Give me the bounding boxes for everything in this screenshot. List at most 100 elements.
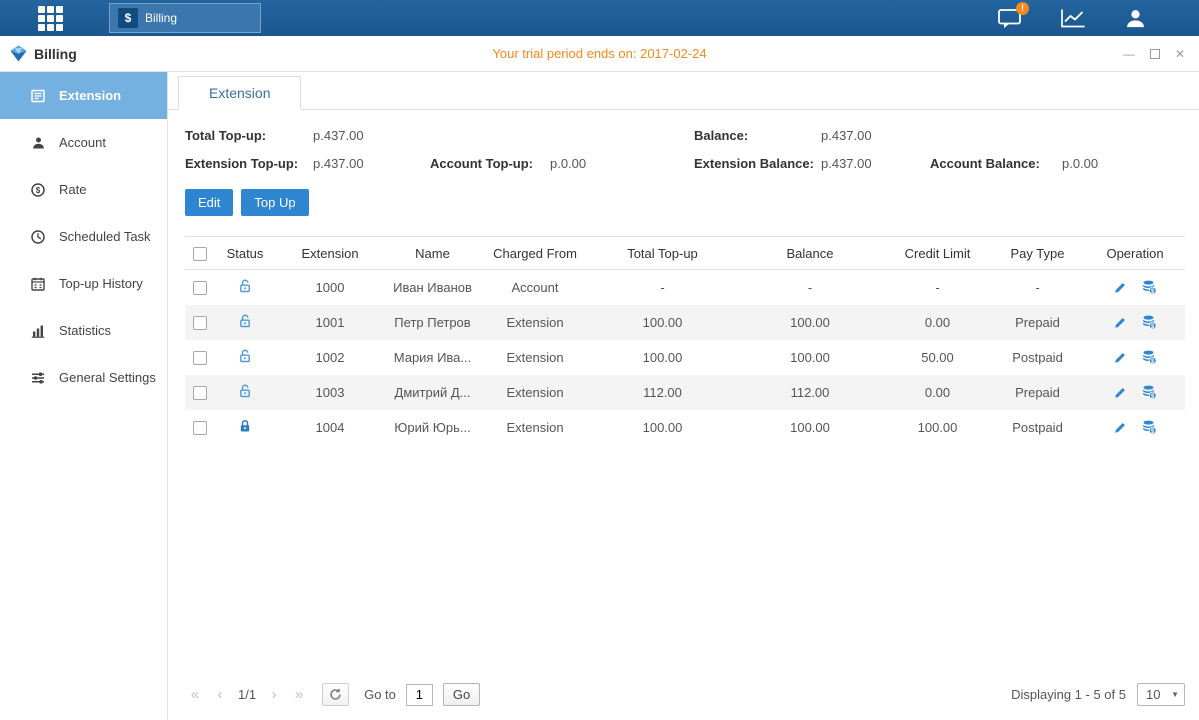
cell-balance: - xyxy=(735,270,885,305)
sidebar-item-label: General Settings xyxy=(59,370,156,385)
unlocked-icon[interactable] xyxy=(237,383,253,399)
summary-balance: Balance: p.437.00 xyxy=(694,128,930,143)
table-row: 1002 Мария Ива... Extension 100.00 100.0… xyxy=(185,340,1185,375)
apps-grid-icon[interactable] xyxy=(38,6,63,31)
cell-name: Иван Иванов xyxy=(385,270,480,305)
minimize-icon[interactable]: — xyxy=(1123,48,1135,60)
sidebar-item-label: Scheduled Task xyxy=(59,229,151,244)
sidebar-item-rate[interactable]: $ Rate xyxy=(0,166,167,213)
cell-extension: 1001 xyxy=(275,305,385,340)
cell-credit-limit: 50.00 xyxy=(885,340,990,375)
table-row: 1000 Иван Иванов Account - - - - $ xyxy=(185,270,1185,305)
table-header-row: Status Extension Name Charged From Total… xyxy=(185,237,1185,270)
cell-balance: 112.00 xyxy=(735,375,885,410)
prev-page-button[interactable]: ‹ xyxy=(210,684,230,706)
next-page-button[interactable]: › xyxy=(264,684,284,706)
chat-icon[interactable]: ! xyxy=(998,8,1022,29)
cell-extension: 1002 xyxy=(275,340,385,375)
edit-icon[interactable] xyxy=(1113,350,1128,365)
page-size-value: 10 xyxy=(1146,687,1160,702)
cell-credit-limit: 0.00 xyxy=(885,375,990,410)
row-checkbox[interactable] xyxy=(193,281,207,295)
topup-coins-icon[interactable]: $ xyxy=(1141,349,1157,365)
sliders-icon xyxy=(30,370,46,386)
edit-icon[interactable] xyxy=(1113,420,1128,435)
window-title: Billing xyxy=(34,46,77,62)
edit-icon[interactable] xyxy=(1113,280,1128,295)
refresh-button[interactable] xyxy=(322,683,349,706)
row-checkbox[interactable] xyxy=(193,316,207,330)
chart-icon[interactable] xyxy=(1060,8,1086,29)
cell-total-topup: - xyxy=(590,270,735,305)
user-icon[interactable] xyxy=(1124,7,1147,30)
sidebar-item-extension[interactable]: Extension xyxy=(0,72,167,119)
cell-name: Дмитрий Д... xyxy=(385,375,480,410)
go-button[interactable]: Go xyxy=(443,683,480,706)
dollar-icon: $ xyxy=(118,8,138,28)
row-checkbox[interactable] xyxy=(193,386,207,400)
col-name: Name xyxy=(385,237,480,270)
summary-extension-topup: Extension Top-up: p.437.00 xyxy=(185,156,430,171)
col-operation: Operation xyxy=(1085,237,1185,270)
cell-pay-type: Postpaid xyxy=(990,410,1085,445)
maximize-icon[interactable] xyxy=(1150,49,1160,59)
cell-balance: 100.00 xyxy=(735,410,885,445)
locked-icon[interactable] xyxy=(237,418,253,434)
topup-coins-icon[interactable]: $ xyxy=(1141,419,1157,435)
page-indicator: 1/1 xyxy=(238,687,256,702)
edit-icon[interactable] xyxy=(1113,315,1128,330)
unlocked-icon[interactable] xyxy=(237,348,253,364)
cell-balance: 100.00 xyxy=(735,305,885,340)
unlocked-icon[interactable] xyxy=(237,278,253,294)
cell-charged-from: Extension xyxy=(480,375,590,410)
cell-charged-from: Extension xyxy=(480,410,590,445)
tab-extension[interactable]: Extension xyxy=(178,76,301,110)
unlocked-icon[interactable] xyxy=(237,313,253,329)
cell-total-topup: 100.00 xyxy=(590,305,735,340)
topup-coins-icon[interactable]: $ xyxy=(1141,314,1157,330)
billing-app-tab[interactable]: $ Billing xyxy=(109,3,261,33)
summary-total-topup: Total Top-up: p.437.00 xyxy=(185,128,430,143)
sidebar-item-label: Extension xyxy=(59,88,121,103)
last-page-button[interactable]: » xyxy=(289,684,309,706)
topup-coins-icon[interactable]: $ xyxy=(1141,279,1157,295)
row-checkbox[interactable] xyxy=(193,351,207,365)
sidebar-item-general-settings[interactable]: General Settings xyxy=(0,354,167,401)
billing-gem-icon xyxy=(10,45,27,62)
col-charged-from: Charged From xyxy=(480,237,590,270)
displaying-text: Displaying 1 - 5 of 5 xyxy=(1011,687,1126,702)
calendar-icon xyxy=(30,276,46,292)
rate-icon: $ xyxy=(30,182,46,198)
col-balance: Balance xyxy=(735,237,885,270)
cell-total-topup: 112.00 xyxy=(590,375,735,410)
cell-pay-type: Prepaid xyxy=(990,375,1085,410)
cell-extension: 1004 xyxy=(275,410,385,445)
topup-coins-icon[interactable]: $ xyxy=(1141,384,1157,400)
top-app-bar: $ Billing ! xyxy=(0,0,1199,36)
select-all-checkbox[interactable] xyxy=(193,247,207,261)
close-icon[interactable]: ✕ xyxy=(1175,48,1185,60)
cell-name: Петр Петров xyxy=(385,305,480,340)
sidebar-item-scheduled-task[interactable]: Scheduled Task xyxy=(0,213,167,260)
sidebar-item-topup-history[interactable]: Top-up History xyxy=(0,260,167,307)
cell-name: Мария Ива... xyxy=(385,340,480,375)
col-pay-type: Pay Type xyxy=(990,237,1085,270)
cell-extension: 1000 xyxy=(275,270,385,305)
top-up-button[interactable]: Top Up xyxy=(241,189,308,216)
sidebar-item-label: Account xyxy=(59,135,106,150)
row-checkbox[interactable] xyxy=(193,421,207,435)
edit-button[interactable]: Edit xyxy=(185,189,233,216)
cell-pay-type: Postpaid xyxy=(990,340,1085,375)
first-page-button[interactable]: « xyxy=(185,684,205,706)
billing-summary: Total Top-up: p.437.00 Balance: p.437.00… xyxy=(185,128,1185,171)
page-size-select[interactable]: 10 ▼ xyxy=(1137,683,1185,706)
sidebar-item-statistics[interactable]: Statistics xyxy=(0,307,167,354)
edit-icon[interactable] xyxy=(1113,385,1128,400)
cell-total-topup: 100.00 xyxy=(590,340,735,375)
goto-page-input[interactable] xyxy=(406,684,433,706)
sidebar-item-account[interactable]: Account xyxy=(0,119,167,166)
summary-account-balance: Account Balance: p.0.00 xyxy=(930,156,1185,171)
sidebar: Extension Account $ Rate Scheduled Task … xyxy=(0,72,168,720)
chevron-down-icon: ▼ xyxy=(1171,690,1179,699)
cell-credit-limit: 0.00 xyxy=(885,305,990,340)
